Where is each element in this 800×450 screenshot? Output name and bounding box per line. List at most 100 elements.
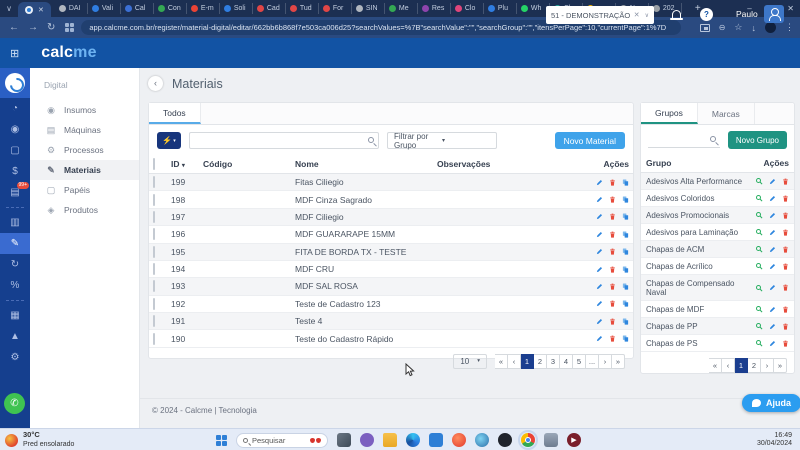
edit-icon[interactable] (596, 231, 603, 238)
per-page-select[interactable]: 10 ▾ (453, 353, 487, 369)
browser-menu-icon[interactable]: ⋮ (785, 22, 794, 33)
edit-icon[interactable] (769, 306, 776, 313)
rail-item[interactable]: ▢ (0, 140, 30, 161)
row-checkbox[interactable] (153, 210, 155, 223)
copy-icon[interactable] (622, 196, 629, 203)
rail-item[interactable]: ▲ (0, 326, 30, 347)
col-id[interactable]: ID (171, 159, 180, 169)
chevron-down-icon[interactable]: ∨ (645, 12, 649, 19)
taskbar-clock[interactable]: 16:49 30/04/2024 (757, 432, 792, 449)
edit-icon[interactable] (596, 318, 603, 325)
notifications-bell-icon[interactable] (670, 10, 683, 20)
edit-icon[interactable] (596, 179, 603, 186)
delete-icon[interactable] (609, 318, 616, 325)
bookmark-star-icon[interactable]: ☆ (734, 22, 742, 33)
group-search-input[interactable] (648, 132, 720, 148)
rail-item[interactable]: ↻ (0, 254, 30, 275)
browser-tab[interactable]: Vali (88, 3, 121, 14)
edit-icon[interactable] (596, 335, 603, 342)
edge-icon[interactable] (406, 433, 420, 447)
row-checkbox[interactable] (153, 263, 155, 276)
calculator-icon[interactable] (544, 433, 558, 447)
delete-icon[interactable] (609, 213, 616, 220)
edit-icon[interactable] (769, 229, 776, 236)
browser-tab[interactable]: Plu (484, 3, 517, 14)
tab-todos[interactable]: Todos (149, 103, 201, 124)
rail-item[interactable]: $ (0, 161, 30, 182)
material-search-input[interactable] (189, 132, 379, 149)
edit-icon[interactable] (596, 248, 603, 255)
rail-item[interactable] (6, 207, 24, 208)
rail-item[interactable]: ▦ (0, 305, 30, 326)
copy-icon[interactable] (622, 283, 629, 290)
edit-icon[interactable] (769, 212, 776, 219)
edit-icon[interactable] (769, 263, 776, 270)
browser-profile-avatar[interactable] (765, 22, 776, 33)
browser-tab[interactable]: Clo (451, 3, 484, 14)
row-checkbox[interactable] (153, 193, 155, 206)
delete-icon[interactable] (782, 340, 789, 347)
delete-icon[interactable] (782, 229, 789, 236)
copy-icon[interactable] (622, 213, 629, 220)
col-codigo[interactable]: Código (199, 155, 291, 174)
view-icon[interactable] (755, 322, 763, 330)
browser-tab[interactable]: Cal (121, 3, 154, 14)
rail-item[interactable] (6, 300, 24, 301)
reload-icon[interactable]: ↻ (47, 22, 55, 33)
window-close-button[interactable]: ✕ (787, 4, 794, 13)
edit-icon[interactable] (769, 323, 776, 330)
col-grupo[interactable]: Grupo (641, 154, 750, 173)
delete-icon[interactable] (609, 266, 616, 273)
download-icon[interactable]: ↓ (752, 23, 757, 33)
group-page-button[interactable]: 1 (735, 358, 748, 373)
page-button[interactable]: 5 (573, 353, 586, 369)
edit-icon[interactable] (769, 284, 776, 291)
browser-tab[interactable]: E-m (187, 3, 220, 14)
edit-icon[interactable] (596, 213, 603, 220)
rail-home-button[interactable] (0, 68, 30, 98)
page-button[interactable]: 4 (560, 353, 573, 369)
browser-tab[interactable]: SIN (352, 3, 385, 14)
view-icon[interactable] (755, 211, 763, 219)
clear-icon[interactable]: ✕ (634, 11, 640, 19)
browser-tab[interactable]: Soli (220, 3, 253, 14)
apps-grid-icon[interactable]: ⊞ (10, 47, 19, 60)
row-checkbox[interactable] (153, 297, 155, 310)
groups-panel-tab[interactable]: Grupos (641, 103, 698, 124)
edit-icon[interactable] (596, 266, 603, 273)
start-button[interactable] (216, 434, 227, 446)
browser-tab[interactable]: Con (154, 3, 187, 14)
sidebar-item[interactable]: ⚙ Processos (30, 140, 139, 160)
rail-item[interactable]: ◔ (0, 98, 30, 119)
view-icon[interactable] (755, 228, 763, 236)
col-nome[interactable]: Nome (291, 155, 433, 174)
browser-tab[interactable]: Wh (517, 3, 550, 14)
sidebar-item[interactable]: ▤ Máquinas (30, 120, 139, 140)
edit-icon[interactable] (769, 178, 776, 185)
copy-icon[interactable] (622, 179, 629, 186)
group-page-button[interactable]: « (709, 358, 722, 373)
picture-in-picture-icon[interactable] (699, 23, 710, 32)
edit-icon[interactable] (596, 300, 603, 307)
browser-tab[interactable]: Res (418, 3, 451, 14)
new-material-button[interactable]: Novo Material (554, 132, 625, 149)
delete-icon[interactable] (782, 178, 789, 185)
calcme-logo[interactable]: calcme (41, 44, 96, 62)
user-menu[interactable]: Paulo (736, 5, 784, 23)
site-grid-icon[interactable] (65, 23, 75, 32)
page-button[interactable]: 1 (521, 353, 534, 369)
rail-item[interactable]: ⚙ (0, 347, 30, 368)
select-all-checkbox[interactable] (153, 158, 155, 170)
whatsapp-icon[interactable]: ✆ (4, 393, 25, 414)
help-icon[interactable]: ? (700, 8, 713, 21)
view-icon[interactable] (755, 284, 763, 292)
delete-icon[interactable] (609, 335, 616, 342)
browser-tab[interactable]: Me (385, 3, 418, 14)
copy-icon[interactable] (622, 248, 629, 255)
tab-search-chevron-icon[interactable]: ∨ (0, 4, 18, 13)
row-checkbox[interactable] (153, 280, 155, 293)
view-icon[interactable] (755, 262, 763, 270)
delete-icon[interactable] (609, 196, 616, 203)
group-page-button[interactable]: » (774, 358, 787, 373)
view-icon[interactable] (755, 194, 763, 202)
